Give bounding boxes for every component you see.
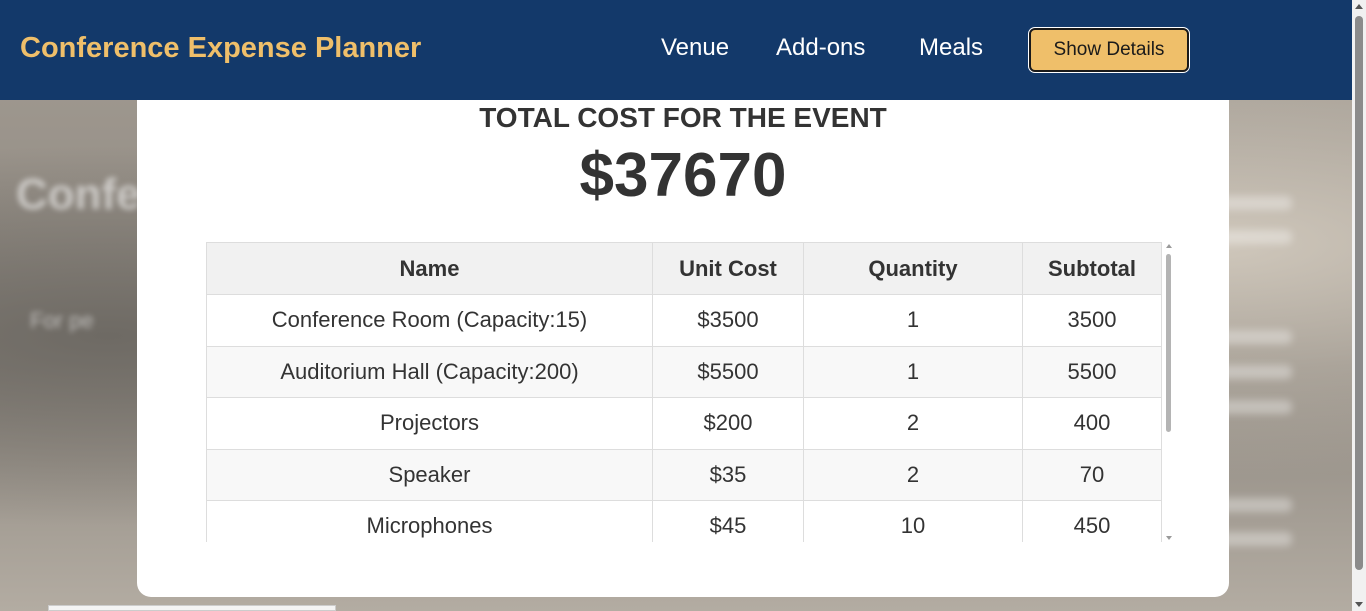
cell-unit-cost: $5500 xyxy=(652,345,804,398)
cell-subtotal: 3500 xyxy=(1022,294,1162,347)
cell-unit-cost: $35 xyxy=(652,448,804,501)
cell-quantity: 2 xyxy=(803,397,1023,450)
cell-name: Auditorium Hall (Capacity:200) xyxy=(206,345,653,398)
cell-name: Projectors xyxy=(206,397,653,450)
cell-name: Speaker xyxy=(206,448,653,501)
brand-title[interactable]: Conference Expense Planner xyxy=(20,32,421,65)
table-scrollbar[interactable] xyxy=(1163,242,1174,542)
page-scrollbar-thumb[interactable] xyxy=(1355,16,1363,570)
cell-unit-cost: $45 xyxy=(652,500,804,542)
table-header-row: Name Unit Cost Quantity Subtotal xyxy=(206,242,1162,295)
page-scroll-up-icon[interactable] xyxy=(1355,4,1363,9)
cell-quantity: 10 xyxy=(803,500,1023,542)
background-headline: Confe xyxy=(16,170,141,219)
cost-table: Name Unit Cost Quantity Subtotal Confere… xyxy=(206,242,1162,542)
header-quantity: Quantity xyxy=(803,242,1023,295)
navbar: Conference Expense Planner Venue Add-ons… xyxy=(0,0,1352,100)
total-cost-amount: $37670 xyxy=(579,141,787,210)
table-row: Projectors $200 2 400 xyxy=(206,397,1162,450)
page-scrollbar[interactable] xyxy=(1352,0,1366,611)
table-row: Conference Room (Capacity:15) $3500 1 35… xyxy=(206,294,1162,347)
show-details-button[interactable]: Show Details xyxy=(1029,28,1189,72)
total-cost-title: TOTAL COST FOR THE EVENT xyxy=(479,102,887,133)
background-subtext: For pe xyxy=(30,308,94,333)
cell-name: Conference Room (Capacity:15) xyxy=(206,294,653,347)
cost-table-container[interactable]: Name Unit Cost Quantity Subtotal Confere… xyxy=(206,242,1174,542)
cell-subtotal: 400 xyxy=(1022,397,1162,450)
cell-unit-cost: $200 xyxy=(652,397,804,450)
table-row: Microphones $45 10 450 xyxy=(206,500,1162,542)
table-row: Auditorium Hall (Capacity:200) $5500 1 5… xyxy=(206,345,1162,398)
header-name: Name xyxy=(206,242,653,295)
nav-meals-link[interactable]: Meals xyxy=(919,34,983,62)
total-cost-card: TOTAL COST FOR THE EVENT $37670 Name Uni… xyxy=(137,100,1229,597)
cell-unit-cost: $3500 xyxy=(652,294,804,347)
cell-quantity: 1 xyxy=(803,294,1023,347)
cell-name: Microphones xyxy=(206,500,653,542)
table-scrollbar-thumb[interactable] xyxy=(1166,254,1171,432)
cell-quantity: 1 xyxy=(803,345,1023,398)
bottom-panel-edge xyxy=(48,605,336,611)
cell-quantity: 2 xyxy=(803,448,1023,501)
cell-subtotal: 450 xyxy=(1022,500,1162,542)
table-row: Speaker $35 2 70 xyxy=(206,448,1162,501)
scroll-up-arrow-icon[interactable] xyxy=(1166,244,1172,248)
scroll-down-arrow-icon[interactable] xyxy=(1166,536,1172,540)
cell-subtotal: 70 xyxy=(1022,448,1162,501)
header-unit-cost: Unit Cost xyxy=(652,242,804,295)
cell-subtotal: 5500 xyxy=(1022,345,1162,398)
nav-venue-link[interactable]: Venue xyxy=(661,34,729,62)
header-subtotal: Subtotal xyxy=(1022,242,1162,295)
page-scroll-down-icon[interactable] xyxy=(1355,602,1363,607)
nav-addons-link[interactable]: Add-ons xyxy=(776,34,865,62)
